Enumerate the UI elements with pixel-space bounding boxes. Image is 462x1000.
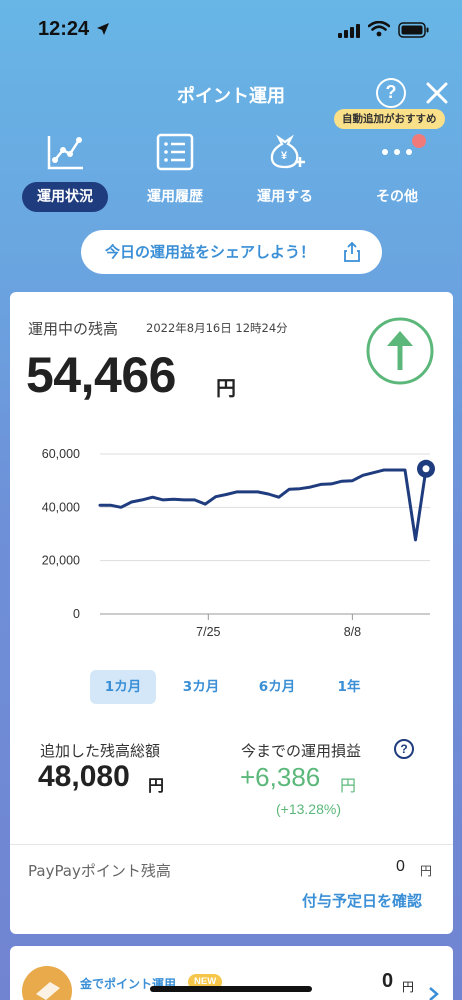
chart-y-tick: 0: [73, 607, 80, 621]
share-icon: [344, 242, 360, 262]
tab-history[interactable]: 運用履歴: [120, 130, 230, 210]
line-chart-icon: [47, 136, 83, 170]
close-icon[interactable]: [422, 78, 452, 108]
tab-invest-label: 運用する: [257, 189, 313, 205]
balance-card: 運用中の残高 2022年8月16日 12時24分 54,466 円 60,000…: [10, 292, 453, 934]
chart-end-point-center: [422, 465, 430, 473]
tab-invest[interactable]: ¥ 運用する: [230, 130, 340, 210]
chart-x-tick: 8/8: [344, 625, 361, 639]
paypay-balance-label: PayPayポイント残高: [28, 862, 171, 880]
added-total-unit: 円: [148, 776, 165, 795]
chart-x-tick: 7/25: [196, 625, 220, 639]
period-1-month[interactable]: 1カ月: [90, 670, 156, 704]
wifi-icon: [368, 21, 390, 37]
cell-signal-icon: [338, 24, 360, 38]
gold-bar-icon: [22, 966, 72, 1000]
balance-chart: 60,000 40,000 20,000 0 7/25 8/8: [42, 447, 435, 639]
chart-y-tick: 60,000: [42, 447, 80, 461]
added-total-label: 追加した残高総額: [40, 742, 161, 760]
tab-history-label: 運用履歴: [147, 189, 203, 205]
tab-status[interactable]: 運用状況: [10, 130, 120, 212]
home-indicator: [150, 986, 312, 992]
status-bar: 12:24: [0, 0, 462, 62]
gold-invest-unit: 円: [402, 980, 415, 994]
list-icon: [156, 133, 194, 171]
chevron-right-icon: [429, 987, 439, 1000]
notification-dot: [412, 134, 426, 148]
profit-value: +6,386: [240, 762, 321, 792]
profit-label: 今までの運用損益: [241, 742, 362, 760]
balance-value: 54,466: [26, 347, 176, 403]
balance-datetime: 2022年8月16日 12時24分: [146, 321, 288, 335]
svg-text:¥: ¥: [281, 150, 288, 162]
more-dots-icon: [382, 149, 412, 155]
help-button[interactable]: ?: [376, 78, 406, 108]
tab-other-label: その他: [376, 189, 418, 205]
battery-icon: [398, 22, 429, 38]
chart-series-line: [98, 467, 428, 542]
period-1-year[interactable]: 1年: [318, 670, 380, 704]
share-label: 今日の運用益をシェアしよう！: [105, 243, 316, 261]
gold-invest-value: 0: [382, 970, 394, 992]
added-total-value: 48,080: [38, 760, 130, 793]
balance-label: 運用中の残高: [28, 320, 119, 338]
trend-up-arrow-icon: [366, 317, 434, 385]
chart-y-tick: 40,000: [42, 500, 80, 514]
profit-help-button[interactable]: ?: [394, 739, 414, 759]
chart-y-tick: 20,000: [42, 554, 80, 568]
share-profit-button[interactable]: 今日の運用益をシェアしよう！: [81, 230, 382, 274]
profit-percent: (+13.28%): [276, 801, 341, 817]
location-arrow-icon: [97, 23, 109, 35]
paypay-balance-value: 0: [396, 858, 405, 875]
period-3-months[interactable]: 3カ月: [168, 670, 234, 704]
divider: [10, 844, 453, 845]
status-time: 12:24: [38, 18, 90, 40]
tab-status-label: 運用状況: [22, 182, 108, 212]
auto-add-hint-badge: 自動追加がおすすめ: [334, 109, 445, 129]
balance-unit: 円: [216, 376, 236, 400]
money-bag-plus-icon: ¥: [270, 134, 305, 169]
check-grant-date-link[interactable]: 付与予定日を確認: [302, 890, 422, 911]
tab-other[interactable]: その他: [342, 130, 452, 210]
profit-unit: 円: [340, 776, 357, 795]
paypay-balance-unit: 円: [420, 864, 433, 878]
period-6-months[interactable]: 6カ月: [244, 670, 310, 704]
